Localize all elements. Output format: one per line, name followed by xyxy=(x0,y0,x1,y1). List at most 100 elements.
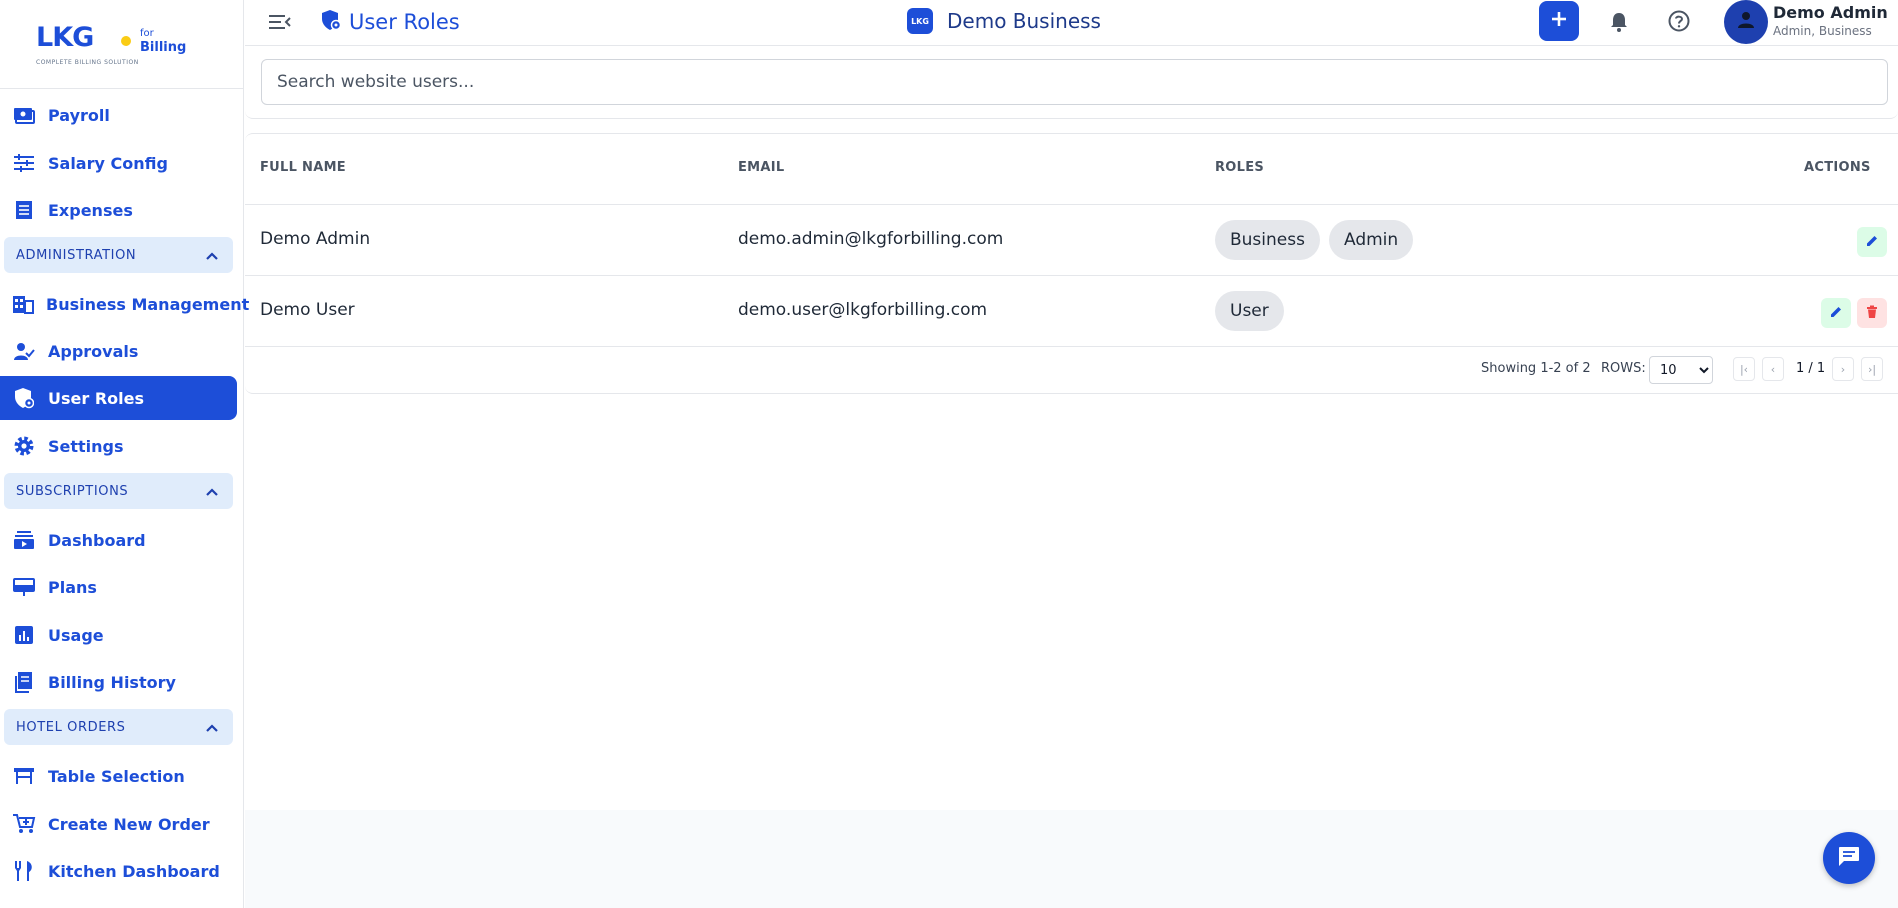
chevron-up-icon xyxy=(205,482,219,501)
sidebar-item-label: Salary Config xyxy=(48,153,168,173)
logo-text: LKG xyxy=(36,22,94,53)
sidebar-item-dashboard[interactable]: Dashboard xyxy=(0,518,236,562)
role-chip: Admin xyxy=(1329,220,1414,260)
sidebar-item-payroll[interactable]: Payroll xyxy=(0,93,236,137)
next-page-button[interactable]: › xyxy=(1832,357,1854,381)
building-icon xyxy=(12,292,34,316)
trash-icon xyxy=(1866,304,1878,323)
table-icon xyxy=(12,764,36,788)
sidebar-item-label: Plans xyxy=(48,577,97,597)
sidebar-item-label: Dashboard xyxy=(48,530,146,550)
user-icon xyxy=(1737,11,1755,33)
logo-billing: Billing xyxy=(140,40,187,55)
brand-logo[interactable]: LKG COMPLETE BILLING SOLUTION for Billin… xyxy=(0,0,243,89)
cell-email: demo.user@lkgforbilling.com xyxy=(738,300,988,320)
sidebar-item-user-roles[interactable]: User Roles xyxy=(0,376,237,420)
pagination: Showing 1-2 of 2 ROWS: 10 |‹ ‹ 1 / 1 › ›… xyxy=(245,347,1898,393)
top-bar: User Roles LKG Demo Business Demo Admin … xyxy=(245,0,1898,46)
edit-button[interactable] xyxy=(1821,298,1851,328)
section-label: ADMINISTRATION xyxy=(16,247,137,263)
sliders-icon xyxy=(12,151,36,175)
chevron-right-icon: › xyxy=(1840,362,1846,376)
coin-icon xyxy=(121,36,131,46)
menu-collapse-icon[interactable] xyxy=(267,10,293,34)
sidebar-item-label: Approvals xyxy=(48,341,139,361)
help-icon[interactable] xyxy=(1667,9,1691,33)
sidebar-item-create-new-order[interactable]: Create New Order xyxy=(0,802,236,846)
page-footer-band xyxy=(245,810,1898,908)
sidebar-item-label: Payroll xyxy=(48,105,110,125)
pencil-icon xyxy=(1865,233,1879,252)
chevron-up-icon xyxy=(205,246,219,265)
bell-icon[interactable] xyxy=(1607,10,1631,34)
bar-chart-icon xyxy=(12,623,36,647)
sidebar-item-label: Settings xyxy=(48,436,124,456)
role-chip: Business xyxy=(1215,220,1320,260)
shield-icon xyxy=(321,9,342,35)
sidebar-item-plans[interactable]: Plans xyxy=(0,565,236,609)
history-icon xyxy=(12,670,36,694)
plans-icon xyxy=(12,575,36,599)
add-button[interactable] xyxy=(1539,1,1579,41)
section-subscriptions[interactable]: SUBSCRIPTIONS xyxy=(4,473,233,509)
last-page-button[interactable]: ›| xyxy=(1861,357,1883,381)
chevron-left-icon: ‹ xyxy=(1770,362,1776,376)
cart-icon xyxy=(12,812,36,836)
shield-icon xyxy=(12,386,36,410)
section-label: SUBSCRIPTIONS xyxy=(16,483,129,499)
cell-full-name: Demo Admin xyxy=(260,229,371,249)
user-check-icon xyxy=(12,339,36,363)
search-panel xyxy=(245,47,1898,119)
rows-per-page-select[interactable]: 10 xyxy=(1649,356,1713,384)
user-roles-table: FULL NAME EMAIL ROLES ACTIONS Demo Admin… xyxy=(245,133,1898,394)
logo-tagline: COMPLETE BILLING SOLUTION xyxy=(36,59,139,66)
page-indicator: 1 / 1 xyxy=(1796,361,1826,376)
delete-button[interactable] xyxy=(1857,298,1887,328)
sidebar-item-label: Usage xyxy=(48,625,104,645)
sidebar-item-label: Create New Order xyxy=(48,814,210,834)
receipt-icon xyxy=(12,198,36,222)
prev-page-button[interactable]: ‹ xyxy=(1762,357,1784,381)
user-roles: Admin, Business xyxy=(1773,24,1872,38)
fork-knife-icon xyxy=(12,859,36,883)
sidebar-item-label: User Roles xyxy=(48,388,144,408)
sidebar-item-table-selection[interactable]: Table Selection xyxy=(0,754,236,798)
sidebar-item-settings[interactable]: Settings xyxy=(0,424,236,468)
chat-icon xyxy=(1837,845,1861,871)
chevron-up-icon xyxy=(205,718,219,737)
sidebar-item-approvals[interactable]: Approvals xyxy=(0,329,236,373)
sidebar-item-label: Expenses xyxy=(48,200,133,220)
last-page-icon: ›| xyxy=(1867,362,1877,376)
avatar[interactable] xyxy=(1724,0,1768,44)
search-input[interactable] xyxy=(261,59,1888,105)
section-administration[interactable]: ADMINISTRATION xyxy=(4,237,233,273)
sidebar-item-label: Business Management xyxy=(46,294,250,314)
user-name[interactable]: Demo Admin xyxy=(1773,3,1888,22)
section-label: HOTEL ORDERS xyxy=(16,719,126,735)
column-header-email: EMAIL xyxy=(738,160,785,175)
payroll-icon xyxy=(12,103,36,127)
gear-icon xyxy=(12,434,36,458)
first-page-icon: |‹ xyxy=(1739,362,1749,376)
column-header-roles: ROLES xyxy=(1215,160,1265,175)
sidebar: LKG COMPLETE BILLING SOLUTION for Billin… xyxy=(0,0,249,908)
column-header-full-name: FULL NAME xyxy=(260,160,346,175)
sidebar-item-kitchen-dashboard[interactable]: Kitchen Dashboard xyxy=(0,849,236,893)
cell-full-name: Demo User xyxy=(260,300,355,320)
sidebar-item-business-management[interactable]: Business Management xyxy=(0,282,249,326)
business-logo: LKG xyxy=(907,8,933,34)
section-hotel-orders[interactable]: HOTEL ORDERS xyxy=(4,709,233,745)
sidebar-item-expenses[interactable]: Expenses xyxy=(0,188,236,232)
first-page-button[interactable]: |‹ xyxy=(1733,357,1755,381)
business-switcher[interactable]: LKG Demo Business xyxy=(907,8,1101,34)
sidebar-item-usage[interactable]: Usage xyxy=(0,613,236,657)
sidebar-item-label: Kitchen Dashboard xyxy=(48,861,220,881)
edit-button[interactable] xyxy=(1857,227,1887,257)
sidebar-item-billing-history[interactable]: Billing History xyxy=(0,660,236,704)
chat-button[interactable] xyxy=(1823,832,1875,884)
logo-for: for xyxy=(140,28,154,39)
pencil-icon xyxy=(1829,304,1843,323)
pagination-summary: Showing 1-2 of 2 xyxy=(1481,361,1591,376)
sidebar-item-salary-config[interactable]: Salary Config xyxy=(0,141,236,185)
table-row: Demo Admin demo.admin@lkgforbilling.com … xyxy=(245,205,1898,276)
